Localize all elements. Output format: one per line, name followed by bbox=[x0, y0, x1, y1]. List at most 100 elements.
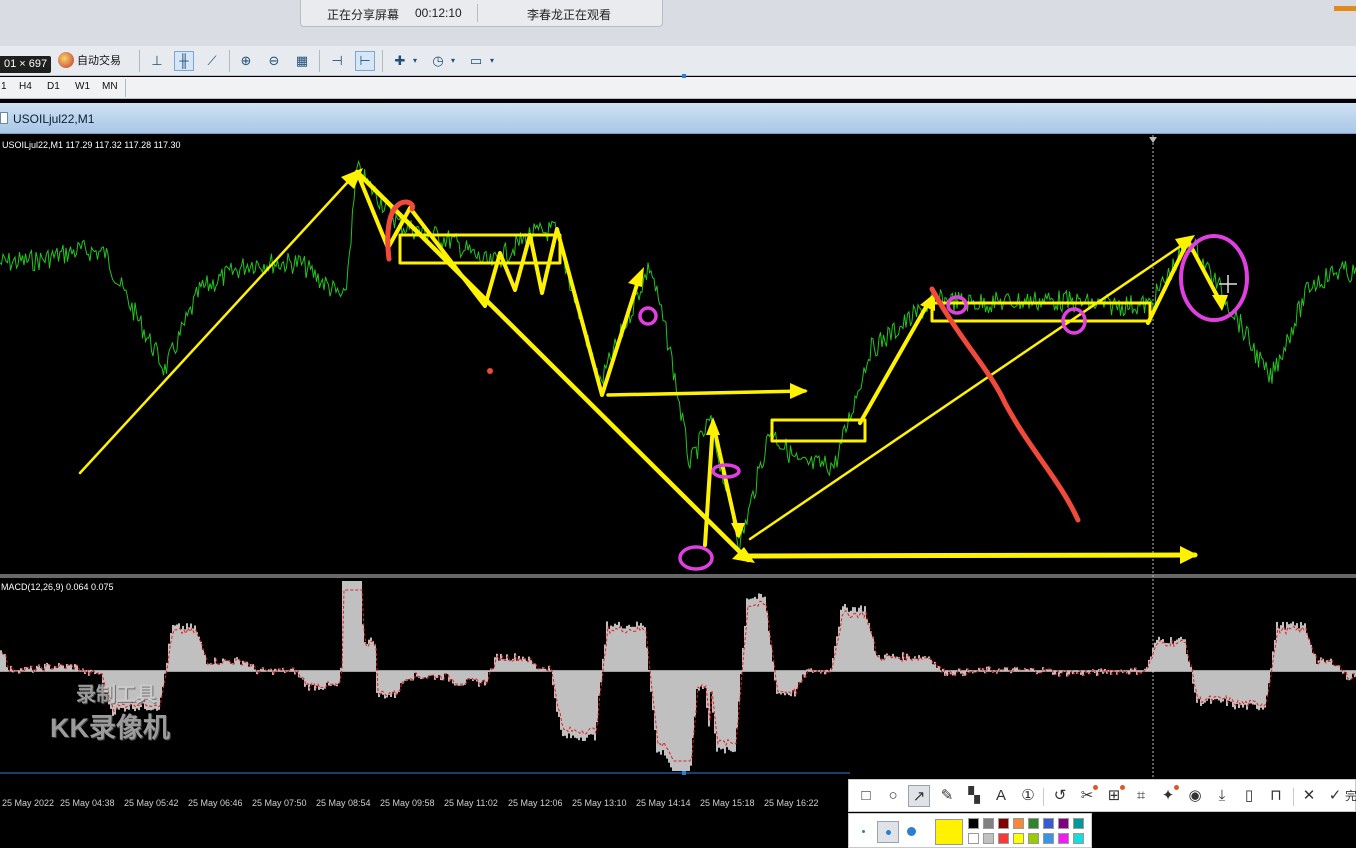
macd-bar bbox=[320, 671, 322, 690]
period-w1[interactable]: W1 bbox=[75, 81, 90, 92]
undo-icon[interactable]: ↺ bbox=[1049, 785, 1071, 807]
palette-swatch[interactable] bbox=[1013, 818, 1024, 829]
ocr-icon[interactable]: ⊞ bbox=[1103, 785, 1125, 807]
macd-bar bbox=[1206, 671, 1208, 701]
record-icon[interactable]: ◉ bbox=[1184, 785, 1206, 807]
macd-bar bbox=[518, 655, 520, 671]
bookmark-icon[interactable]: ⊓ bbox=[1265, 785, 1287, 807]
templates-icon[interactable]: ▭ bbox=[466, 51, 486, 71]
bar-chart-icon[interactable]: ⊥ bbox=[147, 51, 167, 71]
line-chart-icon[interactable]: ⟋ bbox=[202, 51, 222, 71]
palette-swatch[interactable] bbox=[1058, 833, 1069, 844]
palette-swatch[interactable] bbox=[983, 818, 994, 829]
size-medium[interactable] bbox=[877, 821, 899, 843]
palette-swatch[interactable] bbox=[1013, 833, 1024, 844]
palette-swatch[interactable] bbox=[968, 833, 979, 844]
indicators-icon[interactable]: ✚ bbox=[390, 51, 410, 71]
pin-icon[interactable]: ✦ bbox=[1157, 785, 1179, 807]
macd-bar bbox=[1068, 671, 1070, 675]
close-icon[interactable]: ✕ bbox=[1298, 785, 1320, 807]
macd-bar bbox=[526, 660, 528, 671]
periods-dropdown-icon[interactable]: ▾ bbox=[448, 51, 458, 71]
palette-swatch[interactable] bbox=[1028, 833, 1039, 844]
mosaic-icon[interactable]: ▚ bbox=[963, 785, 985, 807]
palette-swatch[interactable] bbox=[1028, 818, 1039, 829]
chart-area[interactable]: USOILjul22,M1 117.29 117.32 117.28 117.3… bbox=[0, 135, 1356, 808]
current-color-swatch[interactable] bbox=[935, 819, 963, 845]
macd-bar bbox=[1254, 671, 1256, 705]
text-icon[interactable]: A bbox=[990, 785, 1012, 807]
macd-bar bbox=[594, 671, 596, 741]
palette-swatch[interactable] bbox=[1043, 818, 1054, 829]
palette-swatch[interactable] bbox=[1058, 818, 1069, 829]
sticker-icon[interactable]: ✂ bbox=[1076, 785, 1098, 807]
candlestick-icon[interactable]: ╫ bbox=[174, 51, 194, 71]
autoscroll-icon[interactable]: ⊢ bbox=[355, 51, 375, 71]
templates-dropdown-icon[interactable]: ▾ bbox=[487, 51, 497, 71]
period-mn[interactable]: MN bbox=[102, 81, 118, 92]
macd-bar bbox=[404, 671, 406, 681]
size-large[interactable] bbox=[901, 821, 923, 843]
period-1[interactable]: 1 bbox=[1, 81, 7, 92]
periods-icon[interactable]: ◷ bbox=[428, 51, 448, 71]
auto-trade-button[interactable]: 自动交易 bbox=[58, 52, 121, 70]
splitter-handle[interactable] bbox=[682, 74, 686, 78]
palette-swatch[interactable] bbox=[1073, 818, 1084, 829]
chart-canvas[interactable] bbox=[0, 135, 1356, 800]
macd-bar bbox=[850, 610, 852, 671]
palette-swatch[interactable] bbox=[998, 818, 1009, 829]
macd-bar bbox=[388, 671, 390, 695]
palette-swatch[interactable] bbox=[983, 833, 994, 844]
period-h4[interactable]: H4 bbox=[19, 81, 32, 92]
macd-bar bbox=[866, 619, 868, 671]
macd-bar bbox=[1326, 660, 1328, 671]
confirm-icon[interactable]: ✓ bbox=[1324, 785, 1346, 807]
macd-bar bbox=[1274, 639, 1276, 671]
pen-icon[interactable]: ✎ bbox=[936, 785, 958, 807]
indicators-dropdown-icon[interactable]: ▾ bbox=[410, 51, 420, 71]
macd-bar bbox=[394, 671, 396, 699]
macd-bar bbox=[696, 671, 698, 690]
chart-window-title-bar[interactable]: USOILjul22,M1 bbox=[0, 103, 1356, 134]
crop-icon[interactable]: ⌗ bbox=[1130, 785, 1152, 807]
macd-bar bbox=[362, 624, 364, 671]
macd-bar bbox=[872, 636, 874, 671]
tile-windows-icon[interactable]: ▦ bbox=[292, 51, 312, 71]
macd-bar bbox=[1310, 644, 1312, 671]
phone-icon[interactable]: ▯ bbox=[1238, 785, 1260, 807]
macd-bar bbox=[908, 655, 910, 671]
macd-bar bbox=[1050, 669, 1052, 671]
zoom-out-icon[interactable]: ⊖ bbox=[264, 51, 284, 71]
macd-bar bbox=[1180, 636, 1182, 671]
palette-swatch[interactable] bbox=[968, 818, 979, 829]
macd-bar bbox=[700, 671, 702, 687]
horizontal-line-handle[interactable] bbox=[682, 771, 686, 775]
arrow-icon[interactable]: ↗ bbox=[908, 785, 930, 807]
orange-marker bbox=[1334, 6, 1356, 11]
macd-bar bbox=[766, 611, 768, 671]
macd-bar bbox=[224, 659, 226, 671]
palette-swatch[interactable] bbox=[998, 833, 1009, 844]
macd-bar bbox=[440, 671, 442, 681]
toolbar-divider bbox=[319, 50, 320, 72]
palette-swatch[interactable] bbox=[1043, 833, 1054, 844]
macd-bar bbox=[204, 654, 206, 671]
macd-bar bbox=[1302, 625, 1304, 671]
macd-bar bbox=[408, 671, 410, 680]
ellipse-icon[interactable]: ○ bbox=[882, 785, 904, 807]
zoom-in-icon[interactable]: ⊕ bbox=[236, 51, 256, 71]
auto-trade-label: 自动交易 bbox=[77, 55, 121, 67]
macd-bar bbox=[562, 671, 564, 737]
palette-swatch[interactable] bbox=[1073, 833, 1084, 844]
macd-bar bbox=[176, 624, 178, 671]
size-small[interactable] bbox=[853, 821, 875, 843]
period-d1[interactable]: D1 bbox=[47, 81, 60, 92]
rectangle-icon[interactable]: □ bbox=[855, 785, 877, 807]
macd-bar bbox=[400, 671, 402, 684]
macd-bar bbox=[552, 671, 554, 686]
confirm-label[interactable]: 完 bbox=[1344, 785, 1356, 807]
number-icon[interactable]: ① bbox=[1017, 785, 1039, 807]
download-icon[interactable]: ⤓ bbox=[1211, 785, 1233, 807]
chart-shift-icon[interactable]: ⊣ bbox=[327, 51, 347, 71]
time-axis-label: 25 May 14:14 bbox=[636, 798, 691, 808]
